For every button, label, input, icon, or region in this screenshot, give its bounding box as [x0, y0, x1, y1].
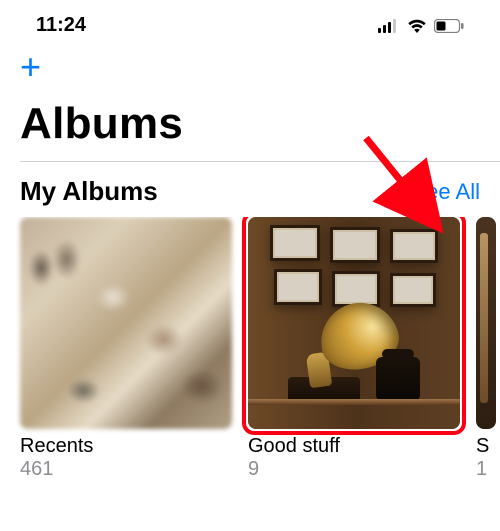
album-count: 461: [20, 458, 232, 481]
album-name: Good stuff: [248, 435, 460, 458]
album-thumbnail[interactable]: [248, 217, 460, 429]
cellular-icon: [378, 19, 400, 33]
album-count: 9: [248, 458, 460, 481]
see-all-link[interactable]: See All: [412, 179, 481, 205]
album-name: S: [476, 435, 496, 458]
status-icons: [378, 18, 464, 34]
album-count: 1: [476, 458, 496, 481]
album-item-recents[interactable]: Recents 461: [20, 217, 232, 481]
album-thumbnail[interactable]: [20, 217, 232, 429]
album-name: Recents: [20, 435, 232, 458]
status-time: 11:24: [36, 14, 86, 37]
wifi-icon: [406, 18, 428, 34]
page-title: Albums: [0, 85, 500, 161]
albums-row[interactable]: Recents 461 Good stuff 9: [0, 217, 500, 481]
album-item-good-stuff[interactable]: Good stuff 9: [248, 217, 460, 481]
album-thumbnail[interactable]: [476, 217, 496, 429]
album-item-next[interactable]: S 1: [476, 217, 496, 481]
toolbar: +: [0, 45, 500, 85]
status-bar: 11:24: [0, 0, 500, 45]
battery-icon: [434, 19, 464, 33]
section-title: My Albums: [20, 176, 158, 207]
add-button[interactable]: +: [20, 49, 41, 85]
section-header: My Albums See All: [0, 162, 500, 217]
